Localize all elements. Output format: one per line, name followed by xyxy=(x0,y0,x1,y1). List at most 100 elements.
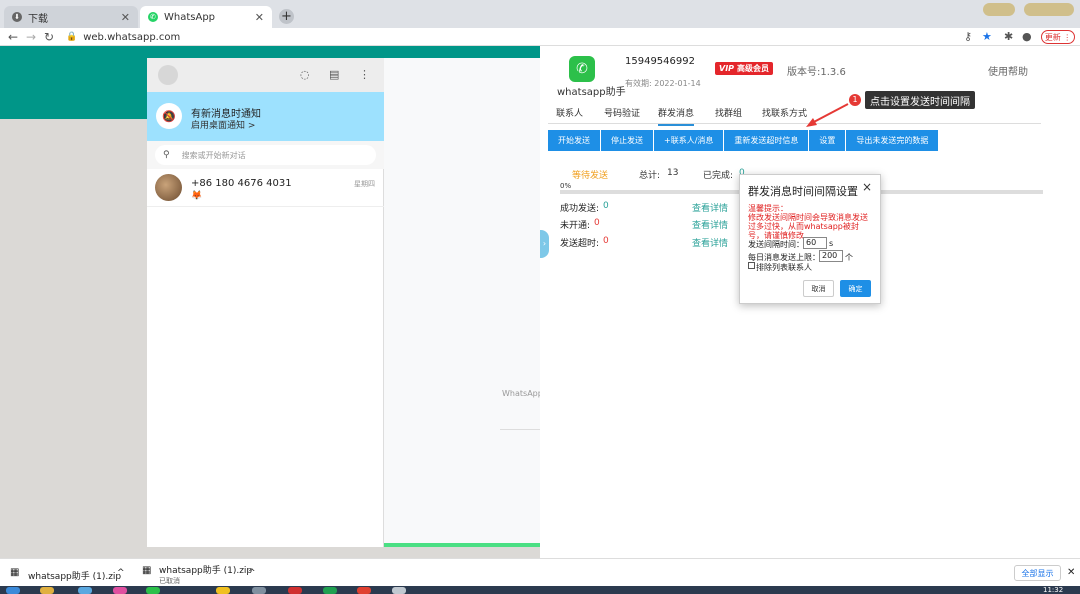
tab-label: 下载 xyxy=(28,13,48,25)
bell-off-icon: 🔕 xyxy=(156,103,182,129)
app-icon[interactable] xyxy=(216,587,230,594)
taskbar-clock: 11:32 xyxy=(1043,586,1064,594)
show-all-downloads-button[interactable]: 全部显示 xyxy=(1014,565,1061,581)
confirm-button[interactable]: 确定 xyxy=(840,280,871,297)
total-label: 总计: xyxy=(639,171,661,181)
timeout-details-link[interactable]: 查看详情 xyxy=(692,236,728,249)
app-icon[interactable] xyxy=(113,587,127,594)
limit-unit: 个 xyxy=(845,253,853,262)
app-icon[interactable] xyxy=(78,587,92,594)
folder-icon[interactable] xyxy=(40,587,54,594)
download-item-name[interactable]: whatsapp助手 (1).zip xyxy=(28,569,121,582)
chrome-icon[interactable] xyxy=(357,587,371,594)
not-registered-details-link[interactable]: 查看详情 xyxy=(692,218,728,231)
success-label: 成功发送: xyxy=(560,204,600,214)
cancel-button[interactable]: 取消 xyxy=(803,280,834,297)
annotation-number: 1 xyxy=(849,94,861,106)
search-input[interactable]: ⚲ 搜索或开始新对话 xyxy=(155,145,376,165)
settings-button[interactable]: 设置 xyxy=(809,130,846,151)
progress-text: 0% xyxy=(560,182,572,190)
plugin-name: whatsapp助手 xyxy=(557,87,626,98)
app-icon[interactable] xyxy=(288,587,302,594)
chat-preview: 🦊 xyxy=(191,191,203,201)
add-contacts-button[interactable]: +联系人/消息 xyxy=(654,130,724,151)
back-icon[interactable]: ← xyxy=(8,30,18,44)
annotation-tooltip: 点击设置发送时间间隔 xyxy=(865,91,975,109)
close-tab-icon[interactable]: ✕ xyxy=(255,11,264,24)
forward-icon[interactable]: → xyxy=(26,30,36,44)
extension-icon[interactable]: ✱ xyxy=(1004,30,1013,43)
menu-icon[interactable]: ⋮ xyxy=(359,68,370,81)
profile-icon[interactable]: ● xyxy=(1022,30,1032,43)
close-icon[interactable]: × xyxy=(862,180,872,194)
collapse-panel-toggle[interactable]: › xyxy=(540,230,549,258)
exclude-contacts-checkbox[interactable] xyxy=(748,262,755,269)
timeout-label: 发送超时: xyxy=(560,239,600,249)
vip-text: VIP xyxy=(719,64,735,73)
zip-file-icon: ▦ xyxy=(142,565,152,576)
whatsapp-logo-icon: ✆ xyxy=(569,56,595,82)
url-field[interactable]: 🔒 web.whatsapp.com xyxy=(60,29,1020,45)
window-controls-blurred xyxy=(1024,3,1074,16)
divider xyxy=(500,429,540,430)
start-icon[interactable] xyxy=(6,587,20,594)
close-icon[interactable]: ✕ xyxy=(1067,567,1075,578)
status-icon[interactable]: ◌ xyxy=(300,68,310,81)
warning-text: 温馨提示： 修改发送间隔时间会导致消息发送过多过快，从而whatsapp被封号，… xyxy=(748,204,873,240)
export-unsent-button[interactable]: 导出未发送完的数据 xyxy=(846,130,939,151)
warning-body: 修改发送间隔时间会导致消息发送过多过快，从而whatsapp被封号，请谨慎修改 xyxy=(748,213,868,240)
reload-icon[interactable]: ↻ xyxy=(44,30,54,44)
update-button[interactable]: 更新 ⋮ xyxy=(1041,30,1075,44)
downloads-favicon-icon: ⬇ xyxy=(12,12,22,22)
zip-file-icon: ▦ xyxy=(10,567,20,578)
app-icon[interactable] xyxy=(146,587,160,594)
warning-title: 温馨提示： xyxy=(748,204,788,213)
tab-contacts[interactable]: 联系人 xyxy=(556,106,583,119)
account-phone: 15949546992 xyxy=(625,56,695,67)
help-link[interactable]: 使用帮助 xyxy=(988,63,1028,78)
star-icon[interactable]: ★ xyxy=(982,30,992,43)
lock-icon: 🔒 xyxy=(66,32,78,42)
interval-unit: s xyxy=(829,239,834,248)
tab-downloads[interactable]: ⬇ 下载 ✕ xyxy=(4,6,138,28)
app-icon[interactable] xyxy=(252,587,266,594)
new-tab-button[interactable]: + xyxy=(279,9,294,24)
vip-label: 高级会员 xyxy=(737,64,770,73)
tab-whatsapp[interactable]: ✆ WhatsApp ✕ xyxy=(140,6,272,28)
resend-timeout-button[interactable]: 重新发送超时信息 xyxy=(724,130,809,151)
url-text: web.whatsapp.com xyxy=(83,31,181,43)
tab-number-verify[interactable]: 号码验证 xyxy=(604,106,640,119)
enable-notifications-link[interactable]: 启用桌面通知 > xyxy=(191,118,255,131)
tab-find-groups[interactable]: 找群组 xyxy=(715,106,742,119)
app-icon[interactable] xyxy=(323,587,337,594)
search-placeholder: 搜索或开始新对话 xyxy=(181,150,246,160)
notification-banner[interactable] xyxy=(147,92,384,141)
stop-send-button[interactable]: 停止发送 xyxy=(601,130,653,151)
chevron-up-icon[interactable]: ^ xyxy=(117,568,125,578)
download-item-status: 已取消 xyxy=(159,577,180,585)
new-chat-icon[interactable]: ▤ xyxy=(329,68,339,81)
success-value: 0 xyxy=(603,201,609,211)
tab-bulk-message[interactable]: 群发消息 xyxy=(658,106,695,126)
success-details-link[interactable]: 查看详情 xyxy=(692,201,728,214)
interval-label: 发送间隔时间： xyxy=(748,240,804,249)
bottom-accent-bar xyxy=(384,543,540,547)
chevron-up-icon[interactable]: ^ xyxy=(248,568,256,578)
annotation-arrow xyxy=(806,103,849,127)
os-taskbar xyxy=(0,586,1080,594)
app-icon[interactable] xyxy=(392,587,406,594)
conversation-pane xyxy=(384,58,540,547)
chat-list-header xyxy=(147,58,384,92)
whatsapp-watermark: WhatsApp xyxy=(502,389,543,398)
daily-limit-input[interactable]: 200 xyxy=(819,250,843,262)
avatar[interactable] xyxy=(158,65,178,85)
whatsapp-favicon-icon: ✆ xyxy=(148,12,158,22)
dialog-title: 群发消息时间间隔设置 xyxy=(748,185,858,198)
start-send-button[interactable]: 开始发送 xyxy=(548,130,600,151)
not-registered-label: 未开通: xyxy=(560,221,591,231)
download-item-name[interactable]: whatsapp助手 (1).zip xyxy=(159,563,252,576)
search-icon: ⚲ xyxy=(163,150,170,160)
key-icon[interactable]: ⚷ xyxy=(964,30,972,43)
interval-input[interactable]: 60 xyxy=(803,237,827,249)
close-tab-icon[interactable]: ✕ xyxy=(121,11,130,24)
